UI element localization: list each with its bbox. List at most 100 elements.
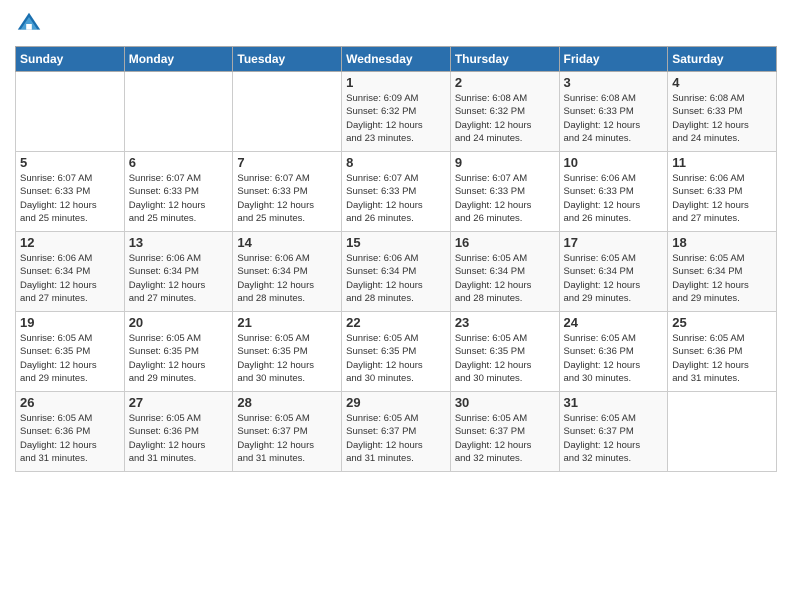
logo <box>15 10 47 38</box>
day-header-tuesday: Tuesday <box>233 47 342 72</box>
day-number: 6 <box>129 155 229 170</box>
day-info: Sunrise: 6:06 AM Sunset: 6:34 PM Dayligh… <box>346 252 446 305</box>
calendar-cell: 30 Sunrise: 6:05 AM Sunset: 6:37 PM Dayli… <box>450 392 559 472</box>
day-number: 2 <box>455 75 555 90</box>
day-number: 9 <box>455 155 555 170</box>
calendar-cell: 17 Sunrise: 6:05 AM Sunset: 6:34 PM Dayli… <box>559 232 668 312</box>
calendar-cell: 6 Sunrise: 6:07 AM Sunset: 6:33 PM Daylig… <box>124 152 233 232</box>
calendar-cell: 26Sunrise: 6:05 AM Sunset: 6:36 PM Dayli… <box>16 392 125 472</box>
day-number: 11 <box>672 155 772 170</box>
day-number: 1 <box>346 75 446 90</box>
calendar-cell <box>668 392 777 472</box>
calendar-cell: 8Sunrise: 6:07 AM Sunset: 6:33 PM Daylig… <box>342 152 451 232</box>
day-info: Sunrise: 6:05 AM Sunset: 6:34 PM Dayligh… <box>672 252 772 305</box>
calendar-cell: 19 Sunrise: 6:05 AM Sunset: 6:35 PM Dayli… <box>16 312 125 392</box>
day-number: 7 <box>237 155 337 170</box>
day-number: 4 <box>672 75 772 90</box>
day-info: Sunrise: 6:05 AM Sunset: 6:36 PM Dayligh… <box>129 412 229 465</box>
day-info: Sunrise: 6:06 AM Sunset: 6:34 PM Dayligh… <box>20 252 120 305</box>
week-row-3: 12 Sunrise: 6:06 AM Sunset: 6:34 PM Dayli… <box>16 232 777 312</box>
calendar-cell: 2Sunrise: 6:08 AM Sunset: 6:32 PM Daylig… <box>450 72 559 152</box>
day-number: 19 <box>20 315 120 330</box>
day-number: 5 <box>20 155 120 170</box>
calendar-cell: 1 Sunrise: 6:09 AM Sunset: 6:32 PM Daylig… <box>342 72 451 152</box>
day-number: 27 <box>129 395 229 410</box>
calendar-cell: 13 Sunrise: 6:06 AM Sunset: 6:34 PM Dayli… <box>124 232 233 312</box>
calendar-cell: 20 Sunrise: 6:05 AM Sunset: 6:35 PM Dayli… <box>124 312 233 392</box>
day-number: 24 <box>564 315 664 330</box>
day-info: Sunrise: 6:06 AM Sunset: 6:33 PM Dayligh… <box>564 172 664 225</box>
day-info: Sunrise: 6:05 AM Sunset: 6:35 PM Dayligh… <box>346 332 446 385</box>
calendar-cell: 31 Sunrise: 6:05 AM Sunset: 6:37 PM Dayli… <box>559 392 668 472</box>
day-info: Sunrise: 6:07 AM Sunset: 6:33 PM Dayligh… <box>237 172 337 225</box>
day-number: 8 <box>346 155 446 170</box>
day-info: Sunrise: 6:07 AM Sunset: 6:33 PM Dayligh… <box>20 172 120 225</box>
calendar-cell <box>124 72 233 152</box>
calendar-cell: 25 Sunrise: 6:05 AM Sunset: 6:36 PM Dayli… <box>668 312 777 392</box>
week-row-2: 5 Sunrise: 6:07 AM Sunset: 6:33 PM Daylig… <box>16 152 777 232</box>
calendar-cell: 21Sunrise: 6:05 AM Sunset: 6:35 PM Dayli… <box>233 312 342 392</box>
week-row-1: 1 Sunrise: 6:09 AM Sunset: 6:32 PM Daylig… <box>16 72 777 152</box>
day-number: 17 <box>564 235 664 250</box>
calendar-cell: 9 Sunrise: 6:07 AM Sunset: 6:33 PM Daylig… <box>450 152 559 232</box>
day-info: Sunrise: 6:07 AM Sunset: 6:33 PM Dayligh… <box>129 172 229 225</box>
day-header-wednesday: Wednesday <box>342 47 451 72</box>
day-info: Sunrise: 6:06 AM Sunset: 6:34 PM Dayligh… <box>129 252 229 305</box>
calendar-cell: 11 Sunrise: 6:06 AM Sunset: 6:33 PM Dayli… <box>668 152 777 232</box>
calendar-cell: 29Sunrise: 6:05 AM Sunset: 6:37 PM Dayli… <box>342 392 451 472</box>
day-number: 30 <box>455 395 555 410</box>
day-number: 29 <box>346 395 446 410</box>
day-info: Sunrise: 6:05 AM Sunset: 6:37 PM Dayligh… <box>455 412 555 465</box>
day-number: 3 <box>564 75 664 90</box>
calendar-cell <box>233 72 342 152</box>
calendar-cell <box>16 72 125 152</box>
calendar-cell: 27 Sunrise: 6:05 AM Sunset: 6:36 PM Dayli… <box>124 392 233 472</box>
calendar-cell: 23 Sunrise: 6:05 AM Sunset: 6:35 PM Dayli… <box>450 312 559 392</box>
calendar-cell: 28Sunrise: 6:05 AM Sunset: 6:37 PM Dayli… <box>233 392 342 472</box>
day-header-monday: Monday <box>124 47 233 72</box>
day-info: Sunrise: 6:05 AM Sunset: 6:37 PM Dayligh… <box>564 412 664 465</box>
day-number: 14 <box>237 235 337 250</box>
day-info: Sunrise: 6:05 AM Sunset: 6:34 PM Dayligh… <box>564 252 664 305</box>
day-number: 13 <box>129 235 229 250</box>
calendar-cell: 7 Sunrise: 6:07 AM Sunset: 6:33 PM Daylig… <box>233 152 342 232</box>
day-info: Sunrise: 6:05 AM Sunset: 6:36 PM Dayligh… <box>564 332 664 385</box>
day-header-sunday: Sunday <box>16 47 125 72</box>
page-container: SundayMondayTuesdayWednesdayThursdayFrid… <box>0 0 792 612</box>
calendar-cell: 16Sunrise: 6:05 AM Sunset: 6:34 PM Dayli… <box>450 232 559 312</box>
day-info: Sunrise: 6:05 AM Sunset: 6:35 PM Dayligh… <box>455 332 555 385</box>
calendar-body: 1 Sunrise: 6:09 AM Sunset: 6:32 PM Daylig… <box>16 72 777 472</box>
day-header-saturday: Saturday <box>668 47 777 72</box>
week-row-4: 19 Sunrise: 6:05 AM Sunset: 6:35 PM Dayli… <box>16 312 777 392</box>
day-info: Sunrise: 6:07 AM Sunset: 6:33 PM Dayligh… <box>455 172 555 225</box>
day-number: 25 <box>672 315 772 330</box>
calendar-table: SundayMondayTuesdayWednesdayThursdayFrid… <box>15 46 777 472</box>
day-info: Sunrise: 6:08 AM Sunset: 6:33 PM Dayligh… <box>564 92 664 145</box>
calendar-cell: 18Sunrise: 6:05 AM Sunset: 6:34 PM Dayli… <box>668 232 777 312</box>
day-number: 26 <box>20 395 120 410</box>
calendar-cell: 12 Sunrise: 6:06 AM Sunset: 6:34 PM Dayli… <box>16 232 125 312</box>
day-number: 28 <box>237 395 337 410</box>
day-number: 21 <box>237 315 337 330</box>
calendar-cell: 3 Sunrise: 6:08 AM Sunset: 6:33 PM Daylig… <box>559 72 668 152</box>
day-number: 12 <box>20 235 120 250</box>
calendar-header-row: SundayMondayTuesdayWednesdayThursdayFrid… <box>16 47 777 72</box>
day-info: Sunrise: 6:09 AM Sunset: 6:32 PM Dayligh… <box>346 92 446 145</box>
calendar-cell: 14 Sunrise: 6:06 AM Sunset: 6:34 PM Dayli… <box>233 232 342 312</box>
day-info: Sunrise: 6:05 AM Sunset: 6:35 PM Dayligh… <box>129 332 229 385</box>
day-info: Sunrise: 6:05 AM Sunset: 6:36 PM Dayligh… <box>672 332 772 385</box>
day-number: 23 <box>455 315 555 330</box>
day-info: Sunrise: 6:06 AM Sunset: 6:33 PM Dayligh… <box>672 172 772 225</box>
header <box>15 10 777 38</box>
day-info: Sunrise: 6:05 AM Sunset: 6:35 PM Dayligh… <box>20 332 120 385</box>
calendar-cell: 24 Sunrise: 6:05 AM Sunset: 6:36 PM Dayli… <box>559 312 668 392</box>
day-info: Sunrise: 6:06 AM Sunset: 6:34 PM Dayligh… <box>237 252 337 305</box>
calendar-cell: 5 Sunrise: 6:07 AM Sunset: 6:33 PM Daylig… <box>16 152 125 232</box>
day-number: 22 <box>346 315 446 330</box>
calendar-cell: 10Sunrise: 6:06 AM Sunset: 6:33 PM Dayli… <box>559 152 668 232</box>
day-number: 20 <box>129 315 229 330</box>
day-number: 15 <box>346 235 446 250</box>
calendar-cell: 22 Sunrise: 6:05 AM Sunset: 6:35 PM Dayli… <box>342 312 451 392</box>
day-number: 31 <box>564 395 664 410</box>
day-header-friday: Friday <box>559 47 668 72</box>
